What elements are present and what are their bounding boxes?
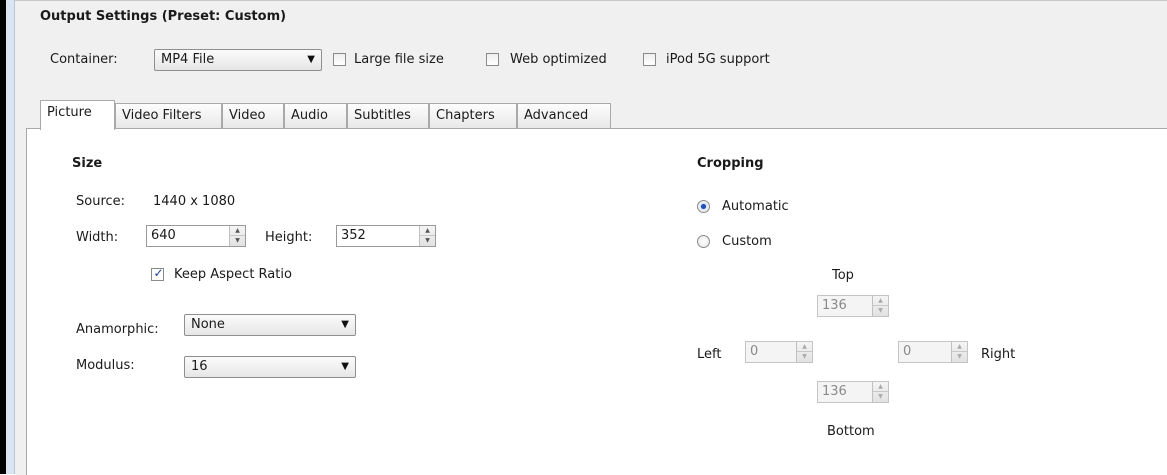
cropping-heading: Cropping: [697, 156, 764, 171]
checkmark-icon: ✓: [153, 266, 164, 280]
anamorphic-dropdown[interactable]: None ▼: [184, 314, 356, 336]
tab-picture-label: Picture: [47, 105, 92, 120]
container-value: MP4 File: [161, 52, 215, 67]
height-spinner-buttons[interactable]: ▲ ▼: [419, 226, 435, 246]
large-file-size-label[interactable]: Large file size: [354, 52, 444, 67]
crop-top-spinbox[interactable]: 136 ▲ ▼: [817, 295, 889, 317]
modulus-dropdown[interactable]: 16 ▼: [184, 356, 356, 378]
modulus-value: 16: [191, 359, 208, 374]
tab-advanced[interactable]: Advanced: [517, 103, 611, 128]
tab-video[interactable]: Video: [222, 103, 284, 128]
tab-subtitles-label: Subtitles: [354, 108, 411, 123]
spin-down-icon[interactable]: ▼: [873, 306, 888, 316]
tab-advanced-label: Advanced: [524, 108, 589, 123]
crop-left-spinner-buttons[interactable]: ▲ ▼: [796, 342, 812, 362]
spin-up-icon[interactable]: ▲: [420, 226, 435, 236]
crop-bottom-spinbox[interactable]: 136 ▲ ▼: [817, 381, 889, 403]
spin-up-icon[interactable]: ▲: [873, 296, 888, 306]
crop-left-label: Left: [697, 347, 722, 362]
crop-left-value: 0: [750, 344, 759, 359]
custom-radio[interactable]: [697, 235, 710, 248]
ipod-5g-label[interactable]: iPod 5G support: [666, 52, 770, 67]
tab-audio[interactable]: Audio: [284, 103, 347, 128]
anamorphic-label: Anamorphic:: [76, 322, 159, 337]
crop-top-value: 136: [822, 298, 847, 313]
height-value: 352: [341, 228, 366, 243]
tab-chapters-label: Chapters: [436, 108, 495, 123]
crop-left-spinbox[interactable]: 0 ▲ ▼: [745, 341, 813, 363]
crop-bottom-spinner-buttons[interactable]: ▲ ▼: [872, 382, 888, 402]
width-value: 640: [151, 228, 176, 243]
width-spinner-buttons[interactable]: ▲ ▼: [229, 226, 245, 246]
crop-bottom-value: 136: [822, 384, 847, 399]
spin-down-icon[interactable]: ▼: [230, 236, 245, 246]
spin-down-icon[interactable]: ▼: [420, 236, 435, 246]
tab-video-filters[interactable]: Video Filters: [115, 103, 222, 128]
chevron-down-icon: ▼: [341, 361, 349, 372]
width-spinbox[interactable]: 640 ▲ ▼: [146, 225, 246, 247]
side-strip: [6, 0, 15, 474]
spin-up-icon[interactable]: ▲: [952, 342, 967, 352]
crop-right-spinner-buttons[interactable]: ▲ ▼: [951, 342, 967, 362]
custom-label[interactable]: Custom: [722, 234, 772, 249]
crop-bottom-label: Bottom: [827, 424, 875, 439]
tab-picture[interactable]: Picture: [40, 100, 115, 130]
anamorphic-value: None: [191, 317, 225, 332]
modulus-label: Modulus:: [76, 358, 135, 373]
tab-video-filters-label: Video Filters: [122, 108, 202, 123]
crop-right-label: Right: [981, 347, 1016, 362]
output-settings-title: Output Settings (Preset: Custom): [40, 9, 287, 24]
keep-aspect-ratio-checkbox[interactable]: ✓: [151, 266, 164, 281]
crop-top-spinner-buttons[interactable]: ▲ ▼: [872, 296, 888, 316]
spin-up-icon[interactable]: ▲: [873, 382, 888, 392]
container-label: Container:: [50, 52, 118, 67]
tab-subtitles[interactable]: Subtitles: [347, 103, 429, 128]
spin-up-icon[interactable]: ▲: [230, 226, 245, 236]
web-optimized-label[interactable]: Web optimized: [510, 52, 607, 67]
automatic-radio[interactable]: [697, 200, 710, 213]
keep-aspect-ratio-label[interactable]: Keep Aspect Ratio: [174, 267, 292, 282]
radio-selected-dot: [701, 204, 706, 209]
chevron-down-icon: ▼: [341, 319, 349, 330]
container-dropdown[interactable]: MP4 File ▼: [154, 49, 322, 71]
web-optimized-checkbox[interactable]: [486, 53, 499, 66]
source-value: 1440 x 1080: [153, 194, 236, 209]
spin-down-icon[interactable]: ▼: [873, 392, 888, 402]
crop-right-value: 0: [903, 344, 912, 359]
crop-top-label: Top: [832, 268, 854, 283]
width-label: Width:: [76, 230, 119, 245]
ipod-5g-checkbox[interactable]: [643, 53, 656, 66]
spin-down-icon[interactable]: ▼: [797, 352, 812, 362]
height-label: Height:: [265, 230, 313, 245]
picture-tab-panel: [26, 128, 1167, 475]
tab-audio-label: Audio: [291, 108, 328, 123]
crop-right-spinbox[interactable]: 0 ▲ ▼: [898, 341, 968, 363]
spin-down-icon[interactable]: ▼: [952, 352, 967, 362]
large-file-size-checkbox[interactable]: [333, 53, 346, 66]
tab-chapters[interactable]: Chapters: [429, 103, 517, 128]
source-label: Source:: [76, 194, 126, 209]
height-spinbox[interactable]: 352 ▲ ▼: [336, 225, 436, 247]
automatic-label[interactable]: Automatic: [722, 199, 789, 214]
chevron-down-icon: ▼: [307, 54, 315, 65]
size-heading: Size: [72, 156, 103, 171]
tab-video-label: Video: [229, 108, 266, 123]
spin-up-icon[interactable]: ▲: [797, 342, 812, 352]
